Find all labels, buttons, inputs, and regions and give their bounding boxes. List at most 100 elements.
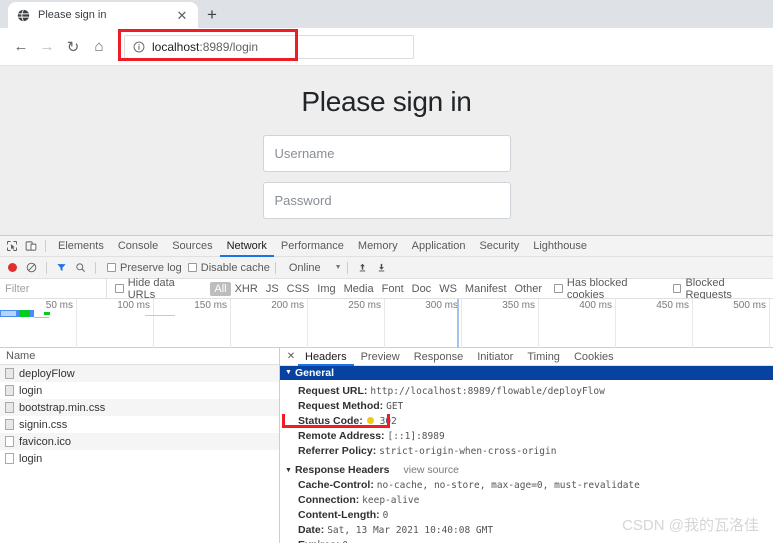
has-blocked-cookies-checkbox[interactable]: Has blocked cookies — [554, 277, 667, 301]
import-har-icon[interactable] — [353, 258, 372, 277]
filter-type-js[interactable]: JS — [262, 283, 283, 295]
domcontentloaded-marker — [457, 299, 459, 348]
request-name: login — [19, 452, 43, 465]
omnibox-container: localhost :8989/login — [118, 28, 765, 61]
tab-title: Please sign in — [38, 9, 107, 21]
tab-headers[interactable]: Headers — [298, 348, 354, 366]
image-icon — [5, 436, 14, 447]
tab-performance[interactable]: Performance — [274, 236, 351, 257]
response-headers-title: Response Headers — [294, 464, 390, 476]
close-icon[interactable]: ✕ — [284, 351, 298, 362]
document-icon — [5, 419, 14, 430]
tab-security[interactable]: Security — [472, 236, 526, 257]
inspect-icon[interactable] — [2, 237, 21, 256]
new-tab-button[interactable]: + — [198, 2, 226, 28]
request-url-key: Request URL: — [298, 385, 368, 397]
table-row[interactable]: deployFlow — [0, 365, 279, 382]
document-icon — [5, 368, 14, 379]
url-host: localhost — [152, 39, 200, 54]
referrer-policy-value: strict-origin-when-cross-origin — [379, 446, 557, 457]
network-panes: Name deployFlow login bootstrap.min.css … — [0, 348, 773, 543]
filter-type-xhr[interactable]: XHR — [231, 283, 262, 295]
filter-type-css[interactable]: CSS — [283, 283, 314, 295]
page-viewport: Please sign in Username Password — [0, 66, 773, 235]
document-icon — [5, 402, 14, 413]
throttle-select[interactable]: Online ▼ — [289, 262, 342, 274]
tab-sources[interactable]: Sources — [165, 236, 219, 257]
status-code-key: Status Code: — [298, 415, 363, 427]
preserve-log-checkbox[interactable]: Preserve log — [107, 262, 182, 274]
tab-elements[interactable]: Elements — [51, 236, 111, 257]
detail-tab-bar: ✕ Headers Preview Response Initiator Tim… — [280, 348, 773, 366]
request-url-value: http://localhost:8989/flowable/deployFlo… — [370, 386, 605, 397]
filter-type-doc[interactable]: Doc — [408, 283, 436, 295]
filter-input[interactable]: Filter — [0, 278, 107, 299]
table-row[interactable]: signin.css — [0, 416, 279, 433]
request-method-row: Request Method: GET — [280, 399, 773, 414]
checkbox-box — [554, 284, 563, 293]
tab-preview[interactable]: Preview — [354, 348, 407, 366]
request-name: bootstrap.min.css — [19, 401, 106, 414]
date-value: Sat, 13 Mar 2021 10:40:08 GMT — [327, 525, 494, 536]
filter-type-other[interactable]: Other — [511, 283, 547, 295]
globe-icon — [16, 8, 30, 22]
browser-tab[interactable]: Please sign in ✕ — [8, 2, 198, 28]
forward-icon[interactable]: → — [34, 34, 60, 60]
tab-console[interactable]: Console — [111, 236, 165, 257]
page-title: Please sign in — [301, 86, 472, 117]
tab-timing[interactable]: Timing — [520, 348, 567, 366]
close-icon[interactable]: ✕ — [174, 7, 190, 23]
tab-response[interactable]: Response — [407, 348, 471, 366]
blocked-requests-checkbox[interactable]: Blocked Requests — [672, 277, 773, 301]
table-row[interactable]: favicon.ico — [0, 433, 279, 450]
home-icon[interactable]: ⌂ — [86, 34, 112, 60]
filter-type-img[interactable]: Img — [313, 283, 339, 295]
timeline-ticks: 50 ms 100 ms 150 ms 200 ms 250 ms 300 ms… — [0, 299, 773, 348]
filter-funnel-icon[interactable] — [52, 258, 71, 277]
tab-cookies[interactable]: Cookies — [567, 348, 621, 366]
username-input[interactable]: Username — [262, 135, 511, 172]
request-detail-pane: ✕ Headers Preview Response Initiator Tim… — [280, 348, 773, 543]
info-circle-icon[interactable] — [133, 41, 145, 53]
address-bar[interactable]: localhost :8989/login — [124, 34, 414, 59]
table-row[interactable]: login — [0, 382, 279, 399]
filter-type-all[interactable]: All — [210, 281, 231, 296]
record-dot-icon[interactable] — [3, 258, 22, 277]
column-header-name[interactable]: Name — [0, 348, 279, 365]
search-icon[interactable] — [71, 258, 90, 277]
tab-initiator[interactable]: Initiator — [470, 348, 520, 366]
request-name: login — [19, 384, 43, 397]
tab-lighthouse[interactable]: Lighthouse — [526, 236, 594, 257]
export-har-icon[interactable] — [372, 258, 391, 277]
cache-control-row: Cache-Control: no-cache, no-store, max-a… — [280, 478, 773, 493]
network-overview-timeline[interactable]: 50 ms 100 ms 150 ms 200 ms 250 ms 300 ms… — [0, 299, 773, 348]
tab-application[interactable]: Application — [405, 236, 473, 257]
password-input[interactable]: Password — [262, 182, 511, 219]
response-headers-section-header[interactable]: ▼ Response Headers view source — [280, 462, 773, 478]
expires-row: Expires: 0 — [280, 538, 773, 543]
tab-network[interactable]: Network — [220, 236, 274, 257]
general-section-header[interactable]: ▼ General — [280, 366, 773, 380]
disable-cache-checkbox[interactable]: Disable cache — [187, 262, 270, 274]
filter-type-ws[interactable]: WS — [435, 283, 461, 295]
view-source-link[interactable]: view source — [403, 464, 458, 476]
tick-label: 100 ms — [117, 300, 150, 311]
device-toolbar-icon[interactable] — [21, 237, 40, 256]
filter-type-font[interactable]: Font — [378, 283, 408, 295]
hide-data-urls-checkbox[interactable]: Hide data URLs — [114, 277, 205, 301]
table-row[interactable]: bootstrap.min.css — [0, 399, 279, 416]
clear-circle-slash-icon[interactable] — [22, 258, 41, 277]
waterfall-line — [34, 317, 49, 318]
filter-type-manifest[interactable]: Manifest — [461, 283, 511, 295]
browser-toolbar: ← → ↻ ⌂ localhost :8989/login — [0, 28, 773, 66]
filter-type-media[interactable]: Media — [340, 283, 378, 295]
tab-memory[interactable]: Memory — [351, 236, 405, 257]
devtools-tab-bar: Elements Console Sources Network Perform… — [0, 236, 773, 257]
request-method-key: Request Method: — [298, 400, 384, 412]
back-icon[interactable]: ← — [8, 34, 34, 60]
preserve-log-label: Preserve log — [120, 261, 182, 274]
reload-icon[interactable]: ↻ — [60, 34, 86, 60]
table-row[interactable]: login — [0, 450, 279, 467]
tick-label: 450 ms — [656, 300, 689, 311]
tick-label: 500 ms — [733, 300, 766, 311]
